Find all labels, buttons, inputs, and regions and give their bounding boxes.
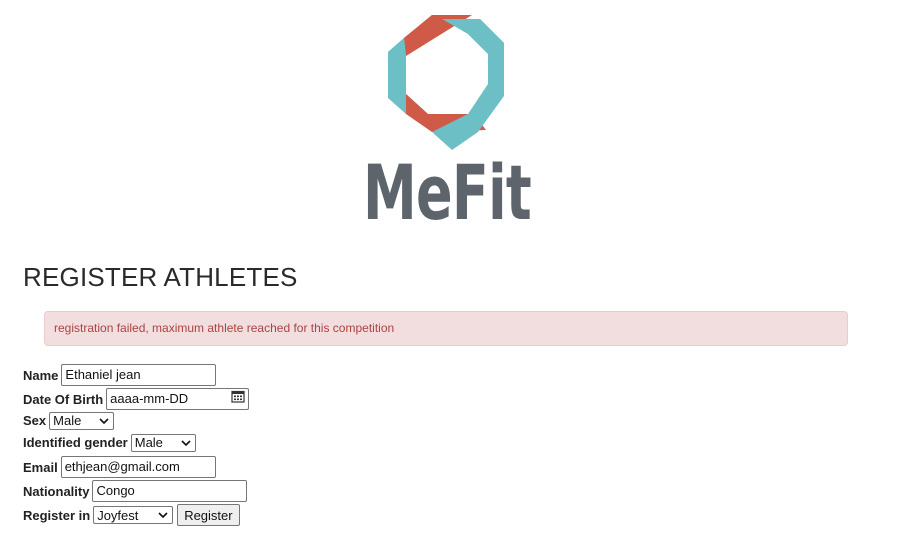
competition-label: Register in [23,507,91,523]
calendar-icon[interactable] [231,389,245,409]
mefit-wordmark: MeFit [363,148,531,226]
competition-row: Register in Joyfest Register [23,504,249,526]
dob-row: Date Of Birth aaaa-mm-DD [23,388,250,410]
name-label: Name [23,367,59,383]
error-alert: registration failed, maximum athlete rea… [44,311,848,346]
nationality-input[interactable]: Congo [92,480,248,502]
chevron-down-icon [181,439,191,446]
gender-row: Identified gender Male [23,433,249,452]
competition-select[interactable]: Joyfest [93,506,174,524]
page: MeFit REGISTER ATHLETES registration fai… [0,0,914,554]
gender-select[interactable]: Male [130,433,196,452]
mefit-logo: MeFit [362,14,532,226]
mefit-logo-graphic: MeFit [363,15,532,226]
email-input[interactable]: ethjean@gmail.com [60,456,216,478]
nationality-row: Nationality Congo [23,480,249,502]
page-title: REGISTER ATHLETES [23,262,298,292]
dob-label: Date Of Birth [23,391,104,407]
sex-select[interactable]: Male [49,411,115,430]
register-athlete-form: Name Ethaniel jean Date Of Birth aaaa-mm… [23,364,250,526]
register-button[interactable]: Register [177,504,240,526]
email-row: Email ethjean@gmail.com [23,456,249,478]
chevron-down-icon [99,417,109,424]
email-label: Email [23,459,58,475]
nationality-label: Nationality [23,483,90,499]
gender-selected: Male [134,435,163,450]
dob-input[interactable]: aaaa-mm-DD [106,388,250,410]
name-row: Name Ethaniel jean [23,364,249,386]
dob-value: aaaa-mm-DD [110,391,189,406]
gender-label: Identified gender [23,435,128,450]
name-input[interactable]: Ethaniel jean [61,364,217,386]
competition-selected: Joyfest [97,507,139,523]
chevron-down-icon [158,512,168,519]
sex-selected: Male [53,413,82,428]
sex-label: Sex [23,413,47,428]
sex-row: Sex Male [23,411,249,430]
